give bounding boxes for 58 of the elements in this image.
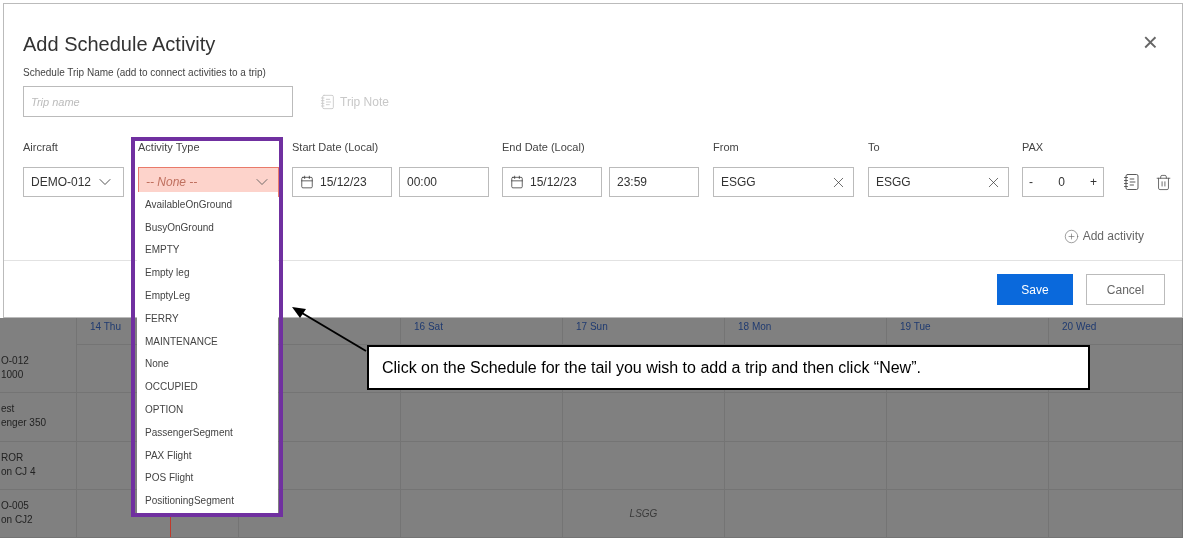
aircraft-label: est xyxy=(1,402,16,417)
dropdown-option[interactable]: Empty leg xyxy=(137,261,278,285)
field-label: Start Date (Local) xyxy=(292,141,380,154)
notepad-icon[interactable] xyxy=(1123,173,1141,191)
schedule-cell[interactable] xyxy=(1049,489,1183,538)
increment-button[interactable]: + xyxy=(1089,173,1097,191)
add-activity-button[interactable]: Add activity xyxy=(1063,227,1144,245)
field-label: From xyxy=(713,141,740,154)
calendar-icon xyxy=(300,175,314,189)
schedule-cell[interactable] xyxy=(887,489,1049,538)
decrement-button[interactable]: - xyxy=(1029,173,1033,191)
dropdown-option[interactable]: PAX Flight xyxy=(137,443,278,467)
aircraft-label: on CJ2 xyxy=(1,512,34,527)
schedule-cell[interactable] xyxy=(725,489,887,538)
field-label: Schedule Trip Name (add to connect activities to a trip) xyxy=(23,67,267,79)
delete-icon[interactable] xyxy=(1155,173,1172,191)
trip-name-field[interactable]: Trip name xyxy=(23,86,293,117)
dropdown-option[interactable]: BusyOnGround xyxy=(137,215,278,239)
aircraft-dropdown[interactable]: DEMO-012 xyxy=(23,167,124,197)
save-button[interactable]: Save xyxy=(997,274,1073,305)
cancel-button[interactable]: Cancel xyxy=(1086,274,1165,305)
dropdown-option[interactable]: PassengerSegment xyxy=(137,420,278,444)
dropdown-option[interactable]: EMPTY xyxy=(137,238,278,262)
calendar-icon xyxy=(510,175,524,189)
dialog-title: Add Schedule Activity xyxy=(23,32,216,57)
start-time-field[interactable]: 00:00 xyxy=(399,167,489,197)
schedule-cell[interactable] xyxy=(1049,441,1183,490)
pax-value: 0 xyxy=(1058,174,1065,191)
schedule-cell[interactable] xyxy=(1049,393,1183,442)
dropdown-option[interactable]: None xyxy=(137,352,278,376)
aircraft-label: O-012 xyxy=(1,354,30,368)
dropdown-option[interactable]: OCCUPIED xyxy=(137,375,278,399)
add-icon xyxy=(1063,228,1079,244)
start-date-field[interactable]: 15/12/23 xyxy=(292,167,392,197)
schedule-cell[interactable] xyxy=(401,489,563,538)
aircraft-label: on CJ 4 xyxy=(1,464,37,479)
dropdown-option[interactable]: PositioningSegment xyxy=(137,489,278,513)
airport-field[interactable]: ESGG xyxy=(713,167,854,197)
field-label: End Date (Local) xyxy=(502,141,586,154)
aircraft-label: enger 350 xyxy=(1,416,48,431)
event-label: LSGG xyxy=(629,506,658,521)
pax-stepper[interactable]: - 0 + xyxy=(1022,167,1104,197)
dropdown-option[interactable]: OPTION xyxy=(137,398,278,421)
dropdown-option[interactable]: POS Flight xyxy=(137,466,278,490)
field-label: To xyxy=(868,141,881,154)
close-button[interactable]: × xyxy=(1142,31,1158,53)
airport-field[interactable]: ESGG xyxy=(868,167,1009,197)
end-time-field[interactable]: 23:59 xyxy=(609,167,699,197)
notepad-icon xyxy=(320,93,336,110)
dropdown-option[interactable]: EmptyLeg xyxy=(137,284,278,307)
callout-text: Click on the Schedule for the tail you wish to add a trip and then click “New”. xyxy=(382,357,921,378)
aircraft-label: 1000 xyxy=(1,368,25,382)
field-label: PAX xyxy=(1022,141,1045,154)
end-date-field[interactable]: 15/12/23 xyxy=(502,167,602,197)
aircraft-label: ROR xyxy=(1,450,25,465)
field-label: Activity Type xyxy=(138,141,201,154)
field-label: Aircraft xyxy=(23,141,59,154)
aircraft-label: O-005 xyxy=(1,498,30,513)
